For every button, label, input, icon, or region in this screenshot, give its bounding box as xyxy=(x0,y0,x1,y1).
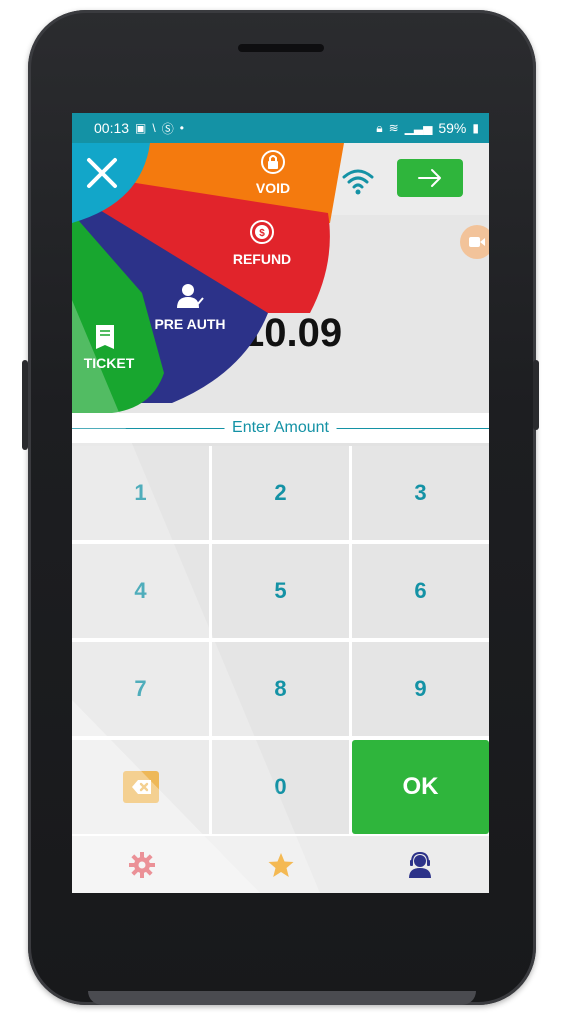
screen-glare xyxy=(72,300,320,893)
